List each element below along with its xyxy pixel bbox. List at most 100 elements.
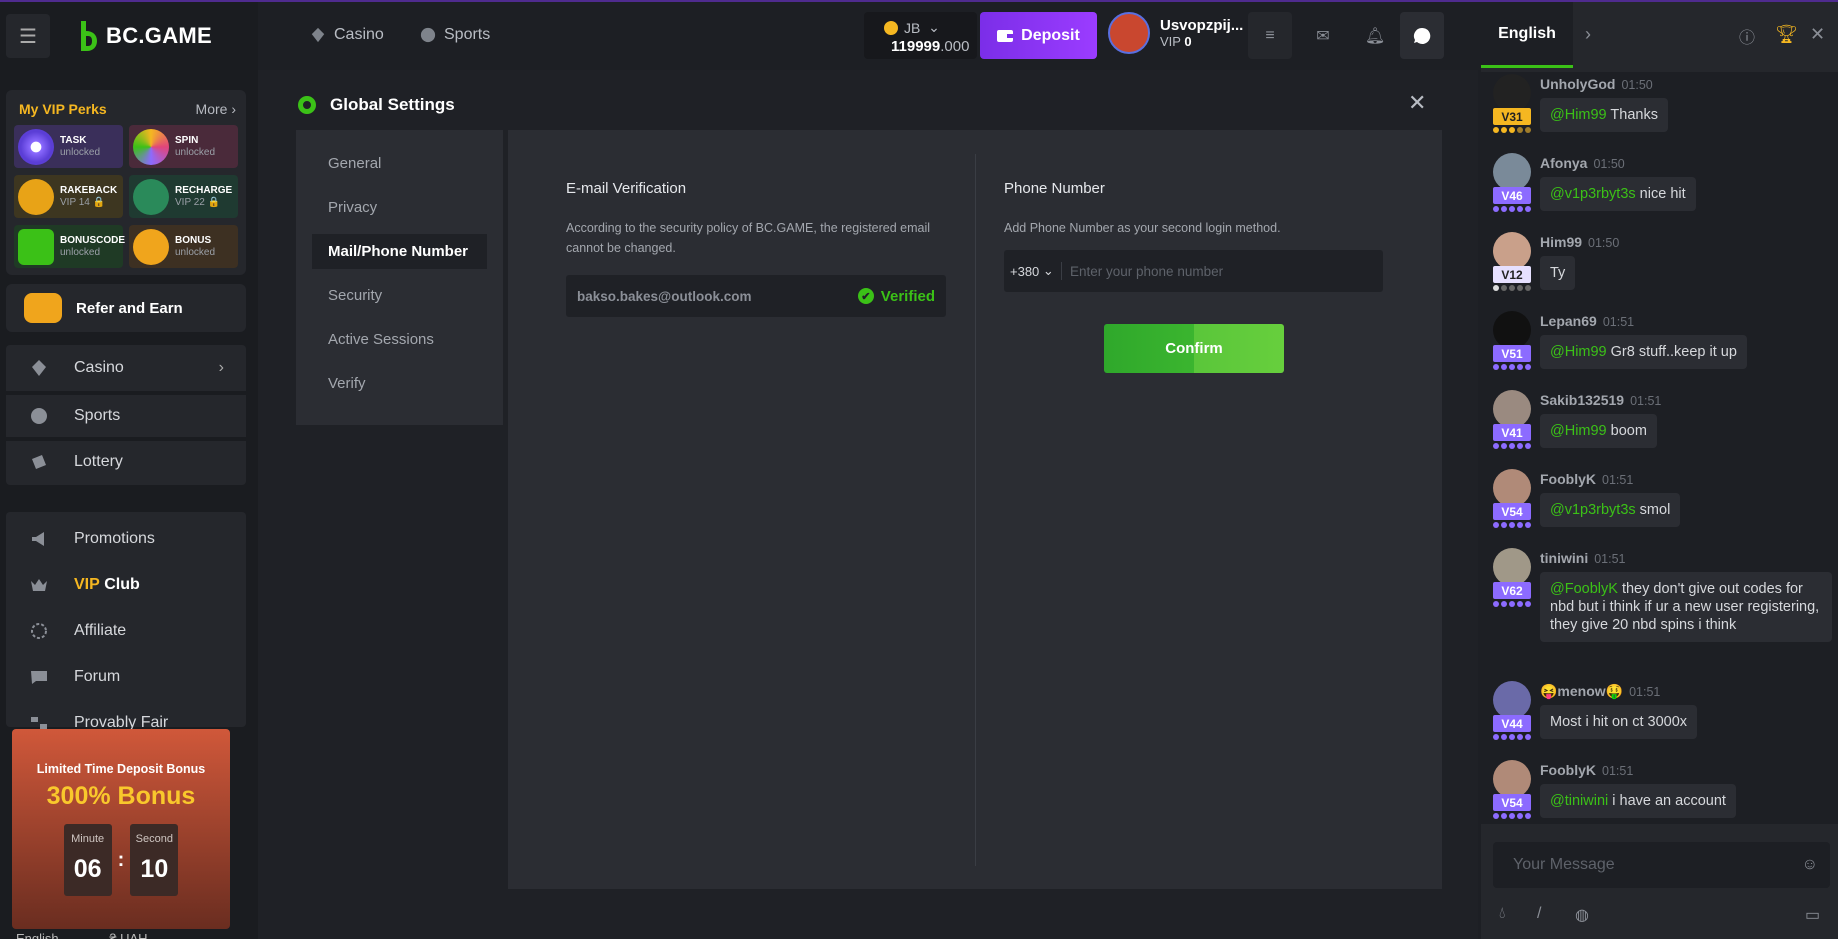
chat-username[interactable]: UnholyGod 01:50 [1540, 76, 1653, 92]
top-nav-casino[interactable]: Casino [310, 26, 384, 44]
chat-username[interactable]: 😝menow🤑 01:51 [1540, 683, 1660, 700]
crown-icon [31, 579, 47, 591]
countdown-minutes: Minute 06 [63, 824, 112, 896]
vip-level-badge: V46 [1493, 187, 1531, 204]
chat-username[interactable]: Him99 01:50 [1540, 234, 1619, 250]
avatar [1493, 548, 1531, 586]
avatar [1493, 760, 1531, 798]
perk-grid: TASK unlocked SPIN unlocked RAKEBACK VIP 14… [6, 117, 246, 268]
avatar [1493, 232, 1531, 270]
sidebar-footer[interactable]: English ⌄ ₴ UAH ⌄ [16, 931, 162, 939]
chevron-right-icon[interactable]: › [1585, 24, 1591, 45]
tab-mail-phone[interactable]: Mail/Phone Number [312, 234, 487, 269]
chat-toggle-icon[interactable] [1400, 12, 1444, 59]
tab-security[interactable]: Security [312, 278, 487, 313]
perk-name: TASK [60, 135, 87, 146]
balance-amount: 119999.000 [891, 38, 970, 55]
info-icon[interactable]: ⓘ [1739, 24, 1755, 48]
settings-menu: General Privacy Mail/Phone Number Securi… [296, 130, 503, 425]
chat-message: @Him99 Thanks [1540, 98, 1668, 132]
chat-message: @tiniwini i have an account [1540, 784, 1736, 818]
chat-username[interactable]: FooblyK 01:51 [1540, 762, 1633, 778]
sidebar-item-sports[interactable]: Sports [6, 391, 246, 437]
chat-message: @FooblyK they don't give out codes for n… [1540, 572, 1832, 642]
perk-task[interactable]: TASK unlocked [14, 125, 123, 168]
mail-icon[interactable]: ✉ [1301, 12, 1345, 59]
chat-message-input[interactable]: Your Message ☺ [1493, 842, 1830, 888]
chat-username[interactable]: Sakib132519 01:51 [1540, 392, 1661, 408]
perk-rakeback[interactable]: RAKEBACK VIP 14 🔒 [14, 175, 123, 218]
vip-level-badge: V44 [1493, 715, 1531, 732]
vip-perks-title: My VIP Perks [19, 101, 107, 117]
sidebar-item-lottery[interactable]: Lottery [6, 437, 246, 483]
bell-icon[interactable]: 🔔︎ [1353, 12, 1397, 59]
perk-recharge[interactable]: RECHARGE VIP 22 🔒 [129, 175, 238, 218]
perk-bonus[interactable]: BONUS unlocked [129, 225, 238, 268]
chat-header: English › ⓘ 🏆︎ ✕ [1481, 2, 1838, 70]
chat-username[interactable]: tiniwini 01:51 [1540, 550, 1626, 566]
vip-perks-more-link[interactable]: More › [196, 101, 236, 117]
emoji-icon[interactable]: ☺ [1802, 856, 1818, 874]
top-nav-sports[interactable]: Sports [420, 26, 490, 44]
tab-privacy[interactable]: Privacy [312, 190, 487, 225]
close-icon[interactable]: ✕ [1408, 90, 1426, 116]
menu-list-icon[interactable]: ≡ [1248, 12, 1292, 59]
perk-name: RECHARGE [175, 185, 233, 196]
avatar [1493, 390, 1531, 428]
perk-name: SPIN [175, 135, 199, 146]
tab-general[interactable]: General [312, 146, 487, 181]
chat-username[interactable]: Afonya 01:50 [1540, 155, 1625, 171]
vip-level-badge: V54 [1493, 503, 1531, 520]
sidebar-item-forum[interactable]: Forum [6, 654, 246, 700]
sports-icon [31, 408, 47, 424]
phone-input[interactable]: Enter your phone number [1070, 264, 1223, 279]
language-select[interactable]: English [16, 931, 59, 939]
refer-and-earn[interactable]: Refer and Earn [6, 284, 246, 332]
chat-tab-english[interactable]: English [1481, 2, 1573, 68]
chat-message: @v1p3rbyt3s smol [1540, 493, 1681, 527]
logo-text: BC.GAME [106, 23, 212, 48]
phone-section-title: Phone Number [1004, 180, 1105, 197]
user-vip-level: VIP 0 [1160, 34, 1192, 49]
level-dots [1493, 522, 1531, 528]
logo[interactable]: BC.GAME [78, 21, 212, 51]
tab-verify[interactable]: Verify [312, 366, 487, 401]
country-code-select[interactable]: +380 ⌄ [1004, 262, 1062, 280]
sidebar-item-promotions[interactable]: Promotions [6, 516, 246, 562]
level-dots [1493, 813, 1531, 819]
chat-message: @Him99 Gr8 stuff..keep it up [1540, 335, 1747, 369]
perk-spin[interactable]: SPIN unlocked [129, 125, 238, 168]
rain-icon[interactable]: 💧︎ [1499, 905, 1505, 923]
menu-toggle-icon[interactable]: ☰ [6, 14, 50, 58]
command-icon[interactable]: / [1537, 905, 1541, 923]
coin-icon [884, 20, 898, 35]
sidebar-item-affiliate[interactable]: Affiliate [6, 608, 246, 654]
level-dots [1493, 127, 1531, 133]
balance-display[interactable]: JB ⌄ 119999.000 [864, 12, 977, 59]
chat-username[interactable]: FooblyK 01:51 [1540, 471, 1633, 487]
trophy-icon[interactable]: 🏆︎ [1775, 24, 1798, 45]
sidebar-item-vip-club[interactable]: VIP Club [6, 562, 246, 608]
perk-bonuscode[interactable]: BONUSCODE unlocked [14, 225, 125, 268]
chat-username[interactable]: Lepan69 01:51 [1540, 313, 1634, 329]
gif-icon[interactable]: ▭ [1805, 905, 1820, 925]
tab-active-sessions[interactable]: Active Sessions [312, 322, 487, 357]
chevron-right-icon: › [218, 359, 224, 376]
close-chat-icon[interactable]: ✕ [1810, 24, 1825, 45]
confirm-button[interactable]: Confirm [1104, 324, 1284, 373]
sidebar-secondary-nav: Promotions VIP Club Affiliate Forum Prov… [6, 512, 246, 731]
casino-icon [311, 27, 325, 43]
currency-select[interactable]: ₴ UAH [109, 931, 147, 939]
perk-status: unlocked [175, 147, 216, 158]
deposit-bonus-promo[interactable]: Limited Time Deposit Bonus 300% Bonus Mi… [12, 729, 230, 929]
sidebar-item-casino[interactable]: Casino › [6, 345, 246, 391]
coin-drop-icon[interactable]: ◍ [1575, 905, 1589, 925]
username: Usvopzpij... [1160, 17, 1244, 34]
currency-code: JB [904, 19, 921, 36]
avatar [1108, 12, 1150, 54]
user-profile[interactable]: Usvopzpij... VIP 0 [1108, 12, 1243, 54]
deposit-button[interactable]: Deposit [980, 12, 1097, 59]
vip-level-badge: V41 [1493, 424, 1531, 441]
vip-level-badge: V54 [1493, 794, 1531, 811]
piggy-bank-icon [18, 178, 54, 215]
